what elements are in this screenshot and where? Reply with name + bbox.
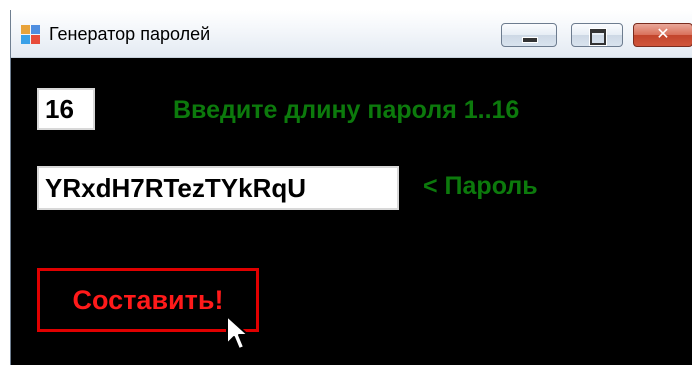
window-title: Генератор паролей	[49, 24, 211, 44]
minimize-button[interactable]	[501, 23, 557, 47]
password-hint-label: < Пароль	[423, 172, 538, 200]
title-bar[interactable]: Генератор паролей ✕	[11, 10, 692, 58]
close-icon: ✕	[656, 26, 670, 43]
app-window: Генератор паролей ✕ Введите длину пароля…	[10, 10, 692, 365]
mouse-cursor-icon	[226, 315, 249, 350]
form-area: Введите длину пароля 1..16 < Пароль Сост…	[11, 58, 692, 365]
maximize-icon	[589, 28, 607, 46]
password-output-field[interactable]	[37, 166, 399, 210]
length-hint-label: Введите длину пароля 1..16	[173, 96, 520, 124]
close-button[interactable]: ✕	[633, 23, 692, 47]
minimize-icon	[522, 37, 538, 43]
length-input[interactable]	[37, 88, 95, 130]
app-icon	[21, 25, 41, 45]
maximize-button[interactable]	[571, 23, 623, 47]
